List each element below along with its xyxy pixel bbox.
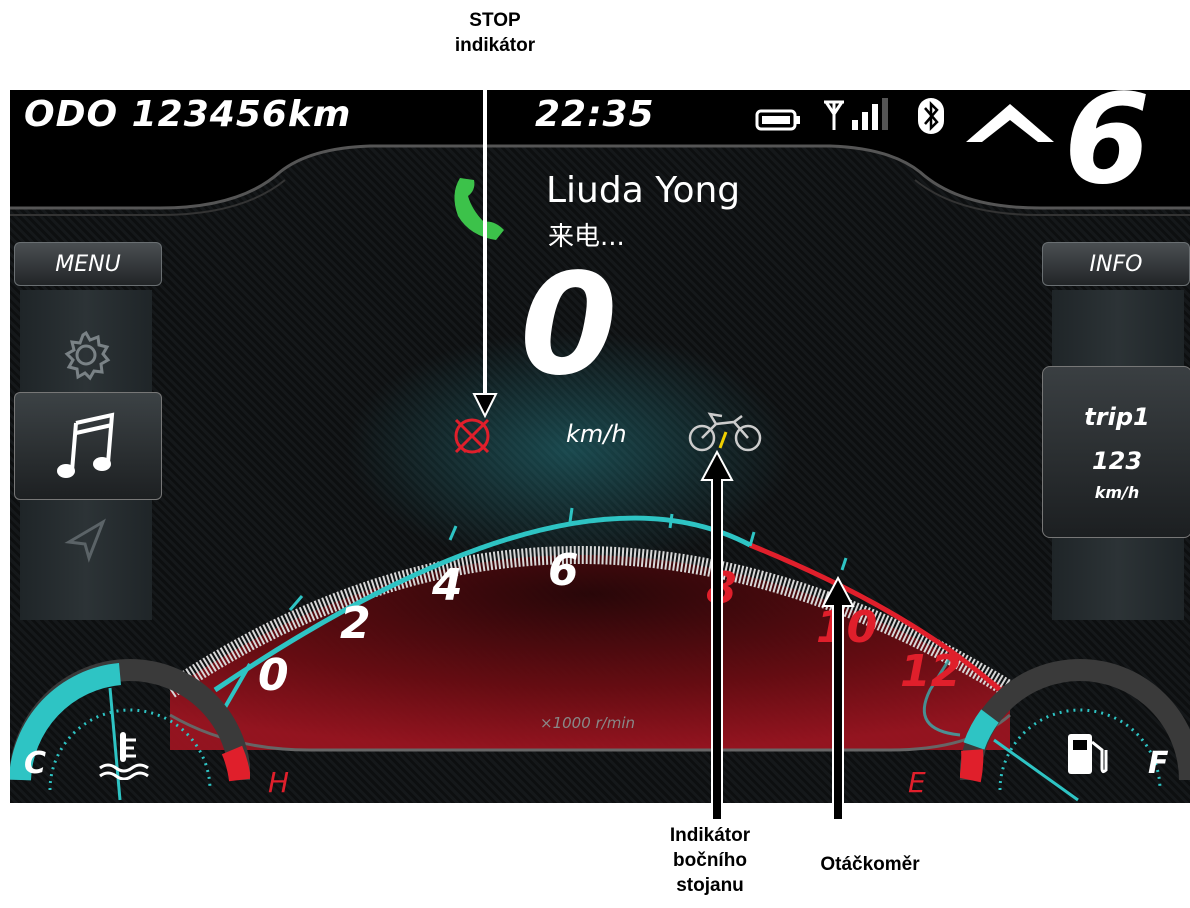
fuel-min-label: E — [908, 766, 926, 799]
callout-stop-indicator: STOP indikátor — [454, 10, 536, 56]
temp-max-label: H — [268, 766, 290, 799]
callout-sidestand-indicator: Indikátor bočního stojanu — [669, 825, 751, 896]
tachometer-tick-label: 2 — [340, 598, 371, 649]
fuel-max-label: F — [1148, 746, 1169, 781]
tachometer-tick-label: 12 — [900, 646, 962, 697]
callout-tachometer: Otáčkoměr — [820, 854, 920, 875]
tachometer-tick-label: 4 — [432, 560, 463, 611]
tachometer-tick-label: 0 — [258, 650, 289, 701]
dashboard-screen: ODO 123456km 22:35 6 Liuda Yong 来电... ME… — [10, 90, 1190, 803]
coolant-temperature-icon — [99, 732, 149, 780]
tachometer-tick-label: 6 — [548, 545, 579, 596]
tachometer-tick-label: 8 — [706, 563, 737, 614]
tachometer-unit: ×1000 r/min — [540, 714, 636, 732]
temp-min-label: C — [24, 746, 47, 781]
tachometer-tick-label: 10 — [816, 602, 878, 653]
fuel-pump-icon — [1068, 734, 1108, 774]
